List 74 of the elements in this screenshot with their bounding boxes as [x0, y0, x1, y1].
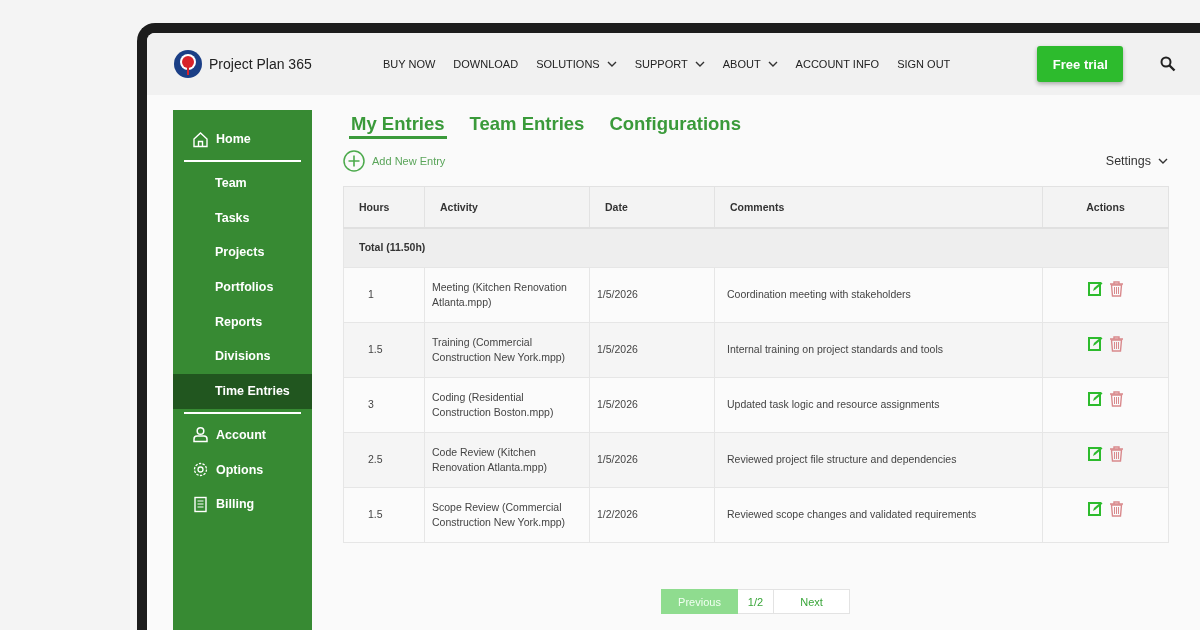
column-header: Comments [714, 186, 1043, 228]
table-cell: Training (Commercial Construction New York.mpp) [424, 322, 590, 378]
nav-link[interactable]: ACCOUNT INFO [795, 58, 880, 70]
table-cell: Coding (Residential Construction Boston.mpp) [424, 377, 590, 433]
sidebar-item[interactable]: Divisions [173, 339, 312, 374]
edit-icon[interactable] [1087, 445, 1103, 461]
table-cell: 1/2/2026 [589, 487, 715, 543]
table-cell: 1.5 [343, 487, 425, 543]
chevron-down-icon [1158, 158, 1168, 164]
table-cell: Code Review (Kitchen Renovation Atlanta.mpp) [424, 432, 590, 488]
column-header: Date [589, 186, 715, 228]
logo-icon [173, 49, 203, 79]
total-cell: Total (11.50h) [343, 228, 1169, 268]
sidebar-item[interactable]: Tasks [173, 200, 312, 236]
next-button[interactable]: Next [773, 589, 850, 614]
edit-icon[interactable] [1087, 390, 1103, 406]
table-cell: 2.5 [343, 432, 425, 488]
sidebar-item[interactable]: Projects [173, 235, 312, 270]
tab[interactable]: Team Entries [467, 110, 587, 139]
user-icon [192, 426, 209, 444]
page-indicator: 1/2 [738, 589, 773, 614]
edit-icon[interactable] [1087, 500, 1103, 516]
sidebar-item[interactable]: Time Entries [173, 373, 312, 409]
nav-link[interactable]: DOWNLOAD [453, 58, 519, 70]
trash-icon[interactable] [1108, 445, 1124, 462]
table-cell: 1/5/2026 [589, 322, 715, 378]
column-header: Hours [343, 186, 425, 228]
table-cell: Internal training on project standards and tools [714, 322, 1043, 378]
brand-name: Project Plan 365 [209, 56, 312, 72]
column-header: Activity [424, 186, 590, 228]
chevron-down-icon [694, 61, 705, 67]
settings-icon [192, 461, 209, 479]
table-cell: 1 [343, 267, 425, 323]
settings-dropdown[interactable]: Settings [1105, 154, 1168, 168]
chevron-down-icon [606, 61, 617, 67]
trash-icon[interactable] [1108, 335, 1124, 352]
free-trial-button[interactable]: Free trial [1037, 46, 1124, 82]
trash-icon[interactable] [1108, 390, 1124, 407]
sidebar-item[interactable]: Home [173, 122, 312, 157]
sidebar-item[interactable]: Team [173, 165, 312, 201]
nav-link[interactable]: SOLUTIONS [536, 58, 617, 70]
sidebar-item[interactable]: Portfolios [173, 269, 312, 305]
chevron-down-icon [767, 61, 778, 67]
table-cell: Scope Review (Commercial Construction New York.mpp) [424, 487, 590, 543]
home-icon [192, 130, 209, 148]
nav-link[interactable]: SUPPORT [634, 58, 705, 70]
sidebar-item[interactable]: Options [173, 452, 312, 487]
table-cell: 3 [343, 377, 425, 433]
tab[interactable]: Configurations [607, 110, 743, 139]
table-cell: 1.5 [343, 322, 425, 378]
table-cell: Reviewed project file structure and dependencies [714, 432, 1043, 488]
nav-link[interactable]: BUY NOW [383, 58, 436, 70]
tab[interactable]: My Entries [349, 110, 447, 139]
sidebar-item[interactable]: Reports [173, 304, 312, 340]
edit-icon[interactable] [1087, 335, 1103, 351]
table-cell: 1/5/2026 [589, 267, 715, 323]
table-cell: Reviewed scope changes and validated requirements [714, 487, 1043, 543]
receipt-icon [192, 495, 209, 513]
table-cell: Meeting (Kitchen Renovation Atlanta.mpp) [424, 267, 590, 323]
trash-icon[interactable] [1108, 500, 1124, 517]
edit-icon[interactable] [1087, 280, 1103, 296]
add-entry-button[interactable]: Add New Entry [343, 150, 446, 172]
search-icon[interactable] [1160, 56, 1177, 72]
trash-icon[interactable] [1108, 280, 1124, 297]
table-cell: 1/5/2026 [589, 377, 715, 433]
nav-link[interactable]: SIGN OUT [897, 58, 951, 70]
table-cell: 1/5/2026 [589, 432, 715, 488]
table-cell: Updated task logic and resource assignments [714, 377, 1043, 433]
nav-link[interactable]: ABOUT [722, 58, 778, 70]
table-cell: Coordination meeting with stakeholders [714, 267, 1043, 323]
sidebar-item[interactable]: Billing [173, 486, 312, 522]
sidebar-item[interactable]: Account [173, 417, 312, 453]
plus-circle-icon [343, 150, 365, 172]
column-header: Actions [1042, 186, 1169, 228]
